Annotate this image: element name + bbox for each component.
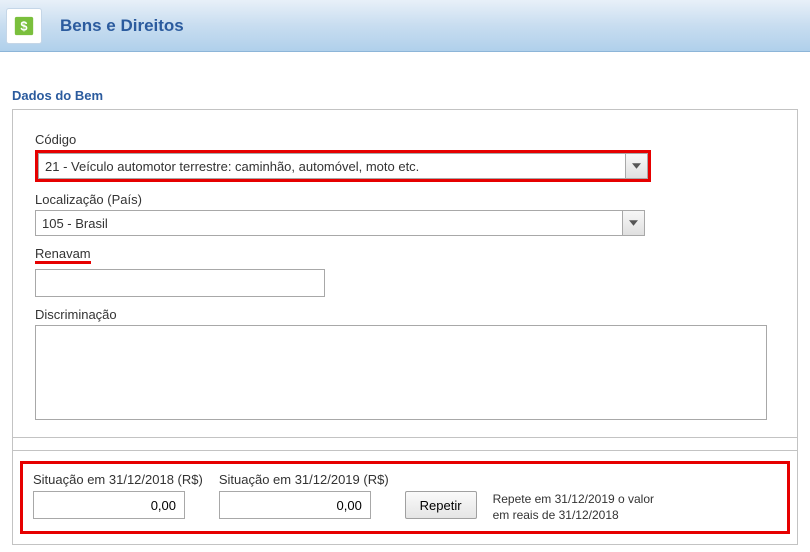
repeat-description: Repete em 31/12/2019 o valor em reais de… (493, 491, 663, 523)
codigo-input[interactable] (38, 153, 626, 179)
codigo-highlight (35, 150, 651, 182)
money-icon: $ (13, 15, 35, 37)
page-icon-box: $ (6, 8, 42, 44)
situation-2019-label: Situação em 31/12/2019 (R$) (219, 472, 389, 487)
codigo-label: Código (35, 132, 775, 147)
localizacao-input[interactable] (35, 210, 623, 236)
renavam-input[interactable] (35, 269, 325, 297)
situation-2018-input[interactable] (33, 491, 185, 519)
localizacao-select[interactable] (35, 210, 645, 236)
field-codigo: Código (35, 132, 775, 182)
chevron-down-icon (629, 220, 638, 226)
field-renavam: Renavam (35, 246, 775, 297)
localizacao-dropdown-button[interactable] (623, 210, 645, 236)
field-discriminacao: Discriminação (35, 307, 775, 423)
situation-section: Situação em 31/12/2018 (R$) Situação em … (12, 451, 798, 544)
chevron-down-icon (632, 163, 641, 169)
form-panel: Código Localização (País) R (12, 109, 798, 545)
svg-text:$: $ (20, 18, 27, 33)
renavam-label: Renavam (35, 246, 91, 261)
renavam-highlight: Renavam (35, 246, 91, 264)
page-header: $ Bens e Direitos (0, 0, 810, 52)
codigo-dropdown-button[interactable] (626, 153, 648, 179)
section-divider (12, 437, 798, 451)
situation-highlight: Situação em 31/12/2018 (R$) Situação em … (20, 461, 790, 534)
content-area: Dados do Bem Código Localização (País) (0, 52, 810, 545)
situation-2018-label: Situação em 31/12/2018 (R$) (33, 472, 203, 487)
repeat-button[interactable]: Repetir (405, 491, 477, 519)
section-title: Dados do Bem (0, 88, 810, 103)
localizacao-label: Localização (País) (35, 192, 775, 207)
discriminacao-input[interactable] (35, 325, 767, 420)
situation-2019-input[interactable] (219, 491, 371, 519)
discriminacao-label: Discriminação (35, 307, 775, 322)
field-localizacao: Localização (País) (35, 192, 775, 236)
situation-2019: Situação em 31/12/2019 (R$) (219, 472, 389, 519)
page-title: Bens e Direitos (60, 16, 184, 36)
codigo-select[interactable] (38, 153, 648, 179)
situation-2018: Situação em 31/12/2018 (R$) (33, 472, 203, 519)
